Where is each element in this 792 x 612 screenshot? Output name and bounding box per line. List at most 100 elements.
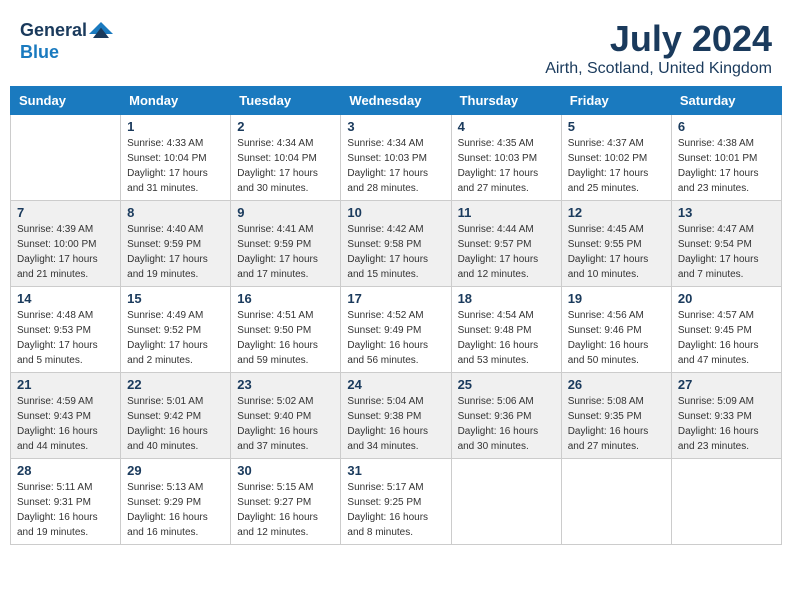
day-info-line: Sunrise: 4:56 AM xyxy=(568,308,665,323)
day-info-line: Daylight: 17 hours and 10 minutes. xyxy=(568,252,665,282)
day-info-line: Sunrise: 4:47 AM xyxy=(678,222,775,237)
day-number: 30 xyxy=(237,463,334,478)
day-number: 22 xyxy=(127,377,224,392)
table-row: 9Sunrise: 4:41 AMSunset: 9:59 PMDaylight… xyxy=(231,201,341,287)
day-info-line: Sunrise: 5:04 AM xyxy=(347,394,444,409)
day-number: 4 xyxy=(458,119,555,134)
day-info-line: Sunrise: 5:08 AM xyxy=(568,394,665,409)
calendar-week-row: 7Sunrise: 4:39 AMSunset: 10:00 PMDayligh… xyxy=(11,201,782,287)
location-title: Airth, Scotland, United Kingdom xyxy=(545,60,772,78)
day-info-line: Sunrise: 4:38 AM xyxy=(678,136,775,151)
day-info-line: Sunset: 9:55 PM xyxy=(568,237,665,252)
logo: General Blue xyxy=(20,18,113,63)
day-detail: Sunrise: 5:02 AMSunset: 9:40 PMDaylight:… xyxy=(237,394,334,454)
day-info-line: Sunrise: 4:37 AM xyxy=(568,136,665,151)
day-info-line: Sunset: 10:03 PM xyxy=(458,151,555,166)
day-info-line: Daylight: 16 hours and 47 minutes. xyxy=(678,338,775,368)
table-row xyxy=(671,459,781,545)
day-number: 24 xyxy=(347,377,444,392)
day-info-line: Daylight: 17 hours and 21 minutes. xyxy=(17,252,114,282)
day-info-line: Sunrise: 4:40 AM xyxy=(127,222,224,237)
day-detail: Sunrise: 5:11 AMSunset: 9:31 PMDaylight:… xyxy=(17,480,114,540)
table-row: 14Sunrise: 4:48 AMSunset: 9:53 PMDayligh… xyxy=(11,287,121,373)
day-detail: Sunrise: 5:13 AMSunset: 9:29 PMDaylight:… xyxy=(127,480,224,540)
day-info-line: Daylight: 17 hours and 31 minutes. xyxy=(127,166,224,196)
day-number: 26 xyxy=(568,377,665,392)
day-number: 15 xyxy=(127,291,224,306)
day-detail: Sunrise: 4:37 AMSunset: 10:02 PMDaylight… xyxy=(568,136,665,196)
day-info-line: Sunrise: 4:48 AM xyxy=(17,308,114,323)
day-number: 6 xyxy=(678,119,775,134)
day-number: 20 xyxy=(678,291,775,306)
calendar-week-row: 21Sunrise: 4:59 AMSunset: 9:43 PMDayligh… xyxy=(11,373,782,459)
table-row: 8Sunrise: 4:40 AMSunset: 9:59 PMDaylight… xyxy=(121,201,231,287)
day-detail: Sunrise: 5:15 AMSunset: 9:27 PMDaylight:… xyxy=(237,480,334,540)
day-number: 17 xyxy=(347,291,444,306)
page-header: General Blue July 2024 Airth, Scotland, … xyxy=(10,10,782,82)
day-info-line: Daylight: 17 hours and 17 minutes. xyxy=(237,252,334,282)
day-info-line: Daylight: 16 hours and 59 minutes. xyxy=(237,338,334,368)
day-detail: Sunrise: 5:06 AMSunset: 9:36 PMDaylight:… xyxy=(458,394,555,454)
day-detail: Sunrise: 4:44 AMSunset: 9:57 PMDaylight:… xyxy=(458,222,555,282)
table-row: 23Sunrise: 5:02 AMSunset: 9:40 PMDayligh… xyxy=(231,373,341,459)
table-row: 19Sunrise: 4:56 AMSunset: 9:46 PMDayligh… xyxy=(561,287,671,373)
day-number: 11 xyxy=(458,205,555,220)
day-info-line: Sunrise: 4:49 AM xyxy=(127,308,224,323)
day-info-line: Daylight: 16 hours and 53 minutes. xyxy=(458,338,555,368)
day-number: 28 xyxy=(17,463,114,478)
calendar-header-tuesday: Tuesday xyxy=(231,87,341,115)
table-row: 5Sunrise: 4:37 AMSunset: 10:02 PMDayligh… xyxy=(561,115,671,201)
day-detail: Sunrise: 4:39 AMSunset: 10:00 PMDaylight… xyxy=(17,222,114,282)
day-info-line: Sunrise: 5:13 AM xyxy=(127,480,224,495)
calendar-week-row: 14Sunrise: 4:48 AMSunset: 9:53 PMDayligh… xyxy=(11,287,782,373)
day-number: 2 xyxy=(237,119,334,134)
day-number: 27 xyxy=(678,377,775,392)
day-detail: Sunrise: 4:33 AMSunset: 10:04 PMDaylight… xyxy=(127,136,224,196)
table-row: 10Sunrise: 4:42 AMSunset: 9:58 PMDayligh… xyxy=(341,201,451,287)
day-info-line: Sunrise: 4:57 AM xyxy=(678,308,775,323)
day-info-line: Sunrise: 4:34 AM xyxy=(237,136,334,151)
day-info-line: Daylight: 17 hours and 5 minutes. xyxy=(17,338,114,368)
day-info-line: Sunrise: 4:42 AM xyxy=(347,222,444,237)
day-info-line: Daylight: 16 hours and 23 minutes. xyxy=(678,424,775,454)
day-info-line: Sunset: 9:40 PM xyxy=(237,409,334,424)
day-number: 25 xyxy=(458,377,555,392)
day-info-line: Daylight: 16 hours and 50 minutes. xyxy=(568,338,665,368)
table-row: 6Sunrise: 4:38 AMSunset: 10:01 PMDayligh… xyxy=(671,115,781,201)
day-info-line: Daylight: 16 hours and 8 minutes. xyxy=(347,510,444,540)
day-number: 13 xyxy=(678,205,775,220)
day-info-line: Daylight: 16 hours and 16 minutes. xyxy=(127,510,224,540)
table-row: 2Sunrise: 4:34 AMSunset: 10:04 PMDayligh… xyxy=(231,115,341,201)
day-number: 16 xyxy=(237,291,334,306)
day-info-line: Sunrise: 4:59 AM xyxy=(17,394,114,409)
table-row xyxy=(451,459,561,545)
day-info-line: Sunset: 9:35 PM xyxy=(568,409,665,424)
day-info-line: Sunset: 9:33 PM xyxy=(678,409,775,424)
day-detail: Sunrise: 5:04 AMSunset: 9:38 PMDaylight:… xyxy=(347,394,444,454)
table-row: 25 Sunrise: 5:06 AMSunset: 9:36 PMDayligh… xyxy=(451,373,561,459)
table-row: 16Sunrise: 4:51 AMSunset: 9:50 PMDayligh… xyxy=(231,287,341,373)
day-info-line: Daylight: 17 hours and 30 minutes. xyxy=(237,166,334,196)
day-info-line: Sunrise: 4:35 AM xyxy=(458,136,555,151)
day-info-line: Sunset: 10:00 PM xyxy=(17,237,114,252)
day-info-line: Sunset: 10:04 PM xyxy=(127,151,224,166)
day-info-line: Sunrise: 5:06 AM xyxy=(458,394,555,409)
day-detail: Sunrise: 4:45 AMSunset: 9:55 PMDaylight:… xyxy=(568,222,665,282)
table-row: 11 Sunrise: 4:44 AMSunset: 9:57 PMDayligh… xyxy=(451,201,561,287)
day-info-line: Daylight: 17 hours and 12 minutes. xyxy=(458,252,555,282)
day-info-line: Daylight: 16 hours and 34 minutes. xyxy=(347,424,444,454)
table-row xyxy=(11,115,121,201)
day-info-line: Sunset: 9:58 PM xyxy=(347,237,444,252)
day-number: 29 xyxy=(127,463,224,478)
table-row: 26Sunrise: 5:08 AMSunset: 9:35 PMDayligh… xyxy=(561,373,671,459)
calendar-header-friday: Friday xyxy=(561,87,671,115)
calendar-header-wednesday: Wednesday xyxy=(341,87,451,115)
day-info-line: Sunrise: 4:54 AM xyxy=(458,308,555,323)
day-info-line: Daylight: 17 hours and 15 minutes. xyxy=(347,252,444,282)
day-info-line: Sunrise: 4:34 AM xyxy=(347,136,444,151)
table-row: 31Sunrise: 5:17 AMSunset: 9:25 PMDayligh… xyxy=(341,459,451,545)
table-row: 28 Sunrise: 5:11 AMSunset: 9:31 PMDayligh… xyxy=(11,459,121,545)
day-info-line: Sunrise: 4:52 AM xyxy=(347,308,444,323)
day-info-line: Daylight: 16 hours and 40 minutes. xyxy=(127,424,224,454)
day-detail: Sunrise: 4:35 AMSunset: 10:03 PMDaylight… xyxy=(458,136,555,196)
